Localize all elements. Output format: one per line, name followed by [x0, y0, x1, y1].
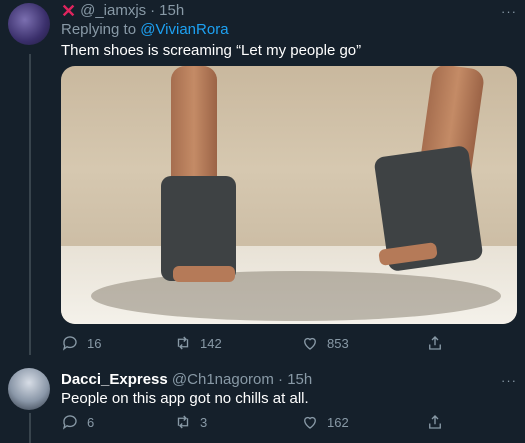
tweet-text: People on this app got no chills at all. [61, 390, 309, 407]
reply-icon [62, 415, 77, 430]
more-icon[interactable]: ··· [501, 373, 517, 388]
share-button[interactable] [426, 334, 444, 352]
replying-handle-link[interactable]: @VivianRora [140, 21, 228, 38]
retweet-button[interactable]: 142 [174, 334, 222, 352]
retweet-count: 142 [200, 335, 222, 351]
reply-button[interactable]: 16 [61, 334, 101, 352]
thread-line [29, 54, 31, 355]
retweet-icon [177, 415, 189, 429]
replying-label: Replying to [61, 21, 137, 38]
thread-line [29, 413, 31, 443]
tweet-image[interactable] [61, 66, 517, 324]
separator: · [150, 2, 156, 19]
timestamp[interactable]: 15h [159, 2, 184, 19]
like-count: 162 [327, 414, 349, 430]
image-toes [173, 266, 235, 282]
replying-to: Replying to @VivianRora [61, 21, 229, 38]
separator: · [278, 371, 284, 388]
avatar[interactable] [8, 3, 50, 45]
reply-icon [62, 336, 77, 351]
share-icon [429, 415, 441, 429]
author-name[interactable]: Dacci_Express [61, 371, 168, 388]
reply-count: 16 [87, 335, 102, 351]
more-icon[interactable]: ··· [501, 4, 517, 19]
like-icon [304, 416, 316, 429]
timestamp[interactable]: 15h [287, 371, 312, 388]
author-handle[interactable]: @Ch1nagorom [172, 371, 274, 388]
author-handle[interactable]: @_iamxjs [80, 2, 146, 19]
image-shadow [91, 271, 501, 321]
reply-button[interactable]: 6 [61, 413, 94, 431]
tweet-header: ✕ @_iamxjs · 15h [61, 0, 184, 21]
share-icon [429, 336, 441, 350]
avatar[interactable] [8, 368, 50, 410]
share-button[interactable] [426, 413, 444, 431]
reply-count: 6 [87, 414, 95, 430]
like-button[interactable]: 853 [301, 334, 349, 352]
retweet-count: 3 [200, 414, 208, 430]
tweet-text: Them shoes is screaming “Let my people g… [61, 42, 362, 59]
x-icon: ✕ [61, 0, 77, 21]
like-icon [304, 337, 316, 350]
retweet-icon [177, 336, 189, 350]
like-count: 853 [327, 335, 349, 351]
tweet-header: Dacci_Express @Ch1nagorom · 15h [61, 371, 312, 388]
retweet-button[interactable]: 3 [174, 413, 207, 431]
like-button[interactable]: 162 [301, 413, 349, 431]
